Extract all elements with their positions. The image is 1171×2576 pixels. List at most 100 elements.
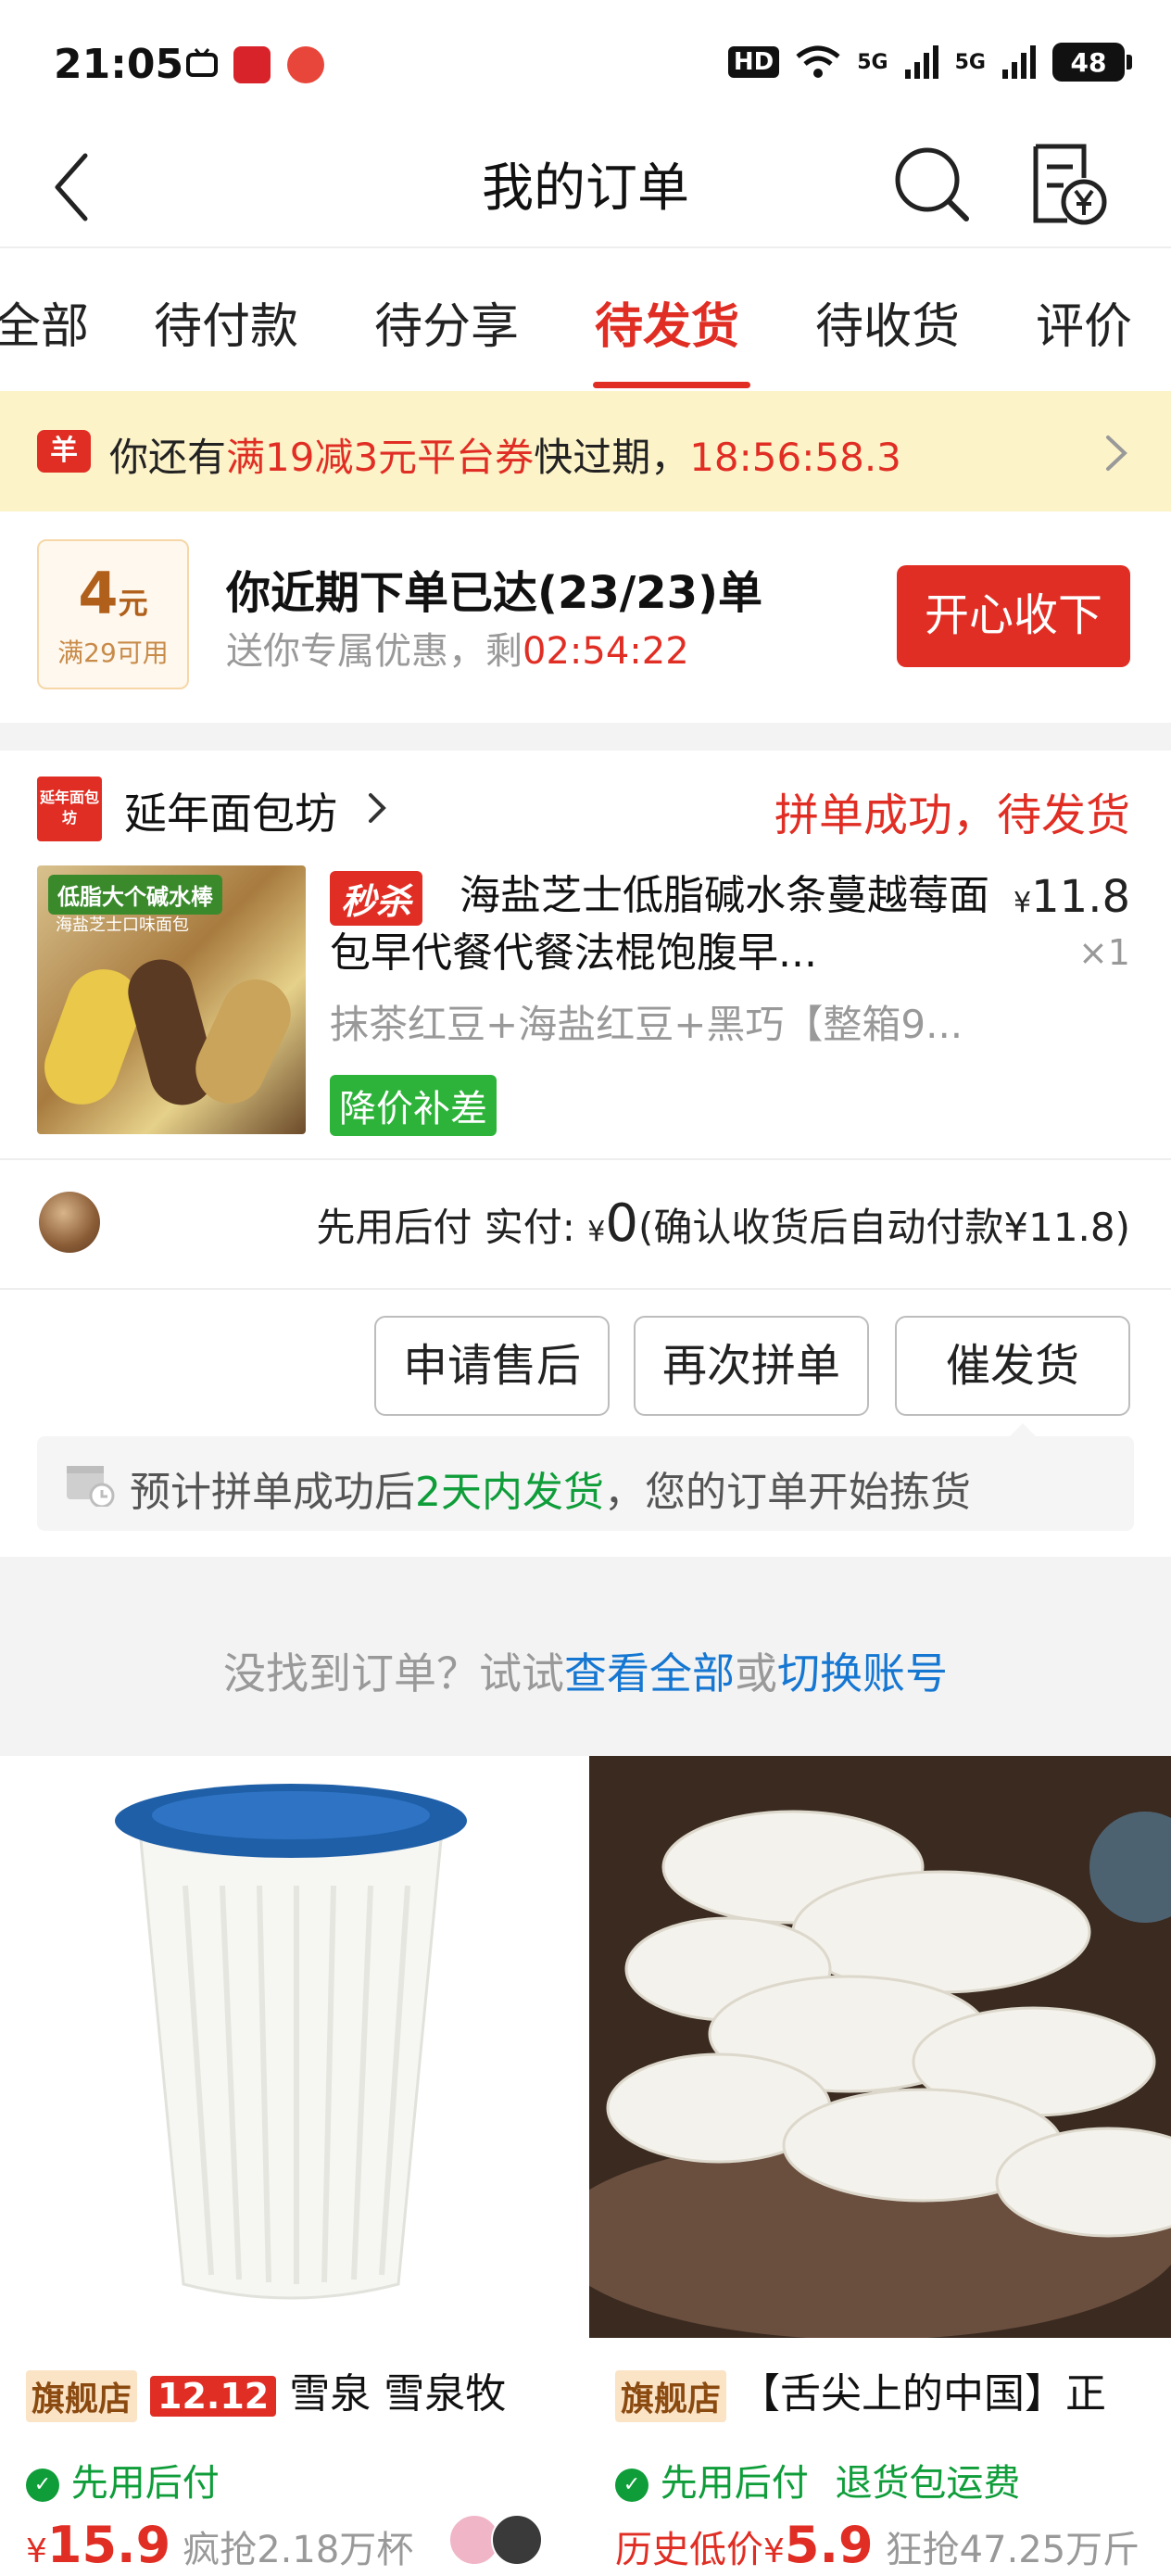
- bnpl-row-1: ✓ 先用后付: [26, 2453, 220, 2507]
- tab-pending-receipt[interactable]: 待收货: [815, 287, 960, 357]
- collect-coupon-button[interactable]: 开心收下: [897, 565, 1130, 667]
- price-yen: ¥: [763, 2532, 785, 2570]
- ticket-condition: 满29可用: [57, 638, 169, 668]
- price-protection-tag[interactable]: 降价补差: [330, 1075, 497, 1136]
- hd-icon: HD: [727, 46, 780, 78]
- recommend-card-1[interactable]: 旗舰店 12.12 雪泉 雪泉牧 ✓ 先用后付 ¥15.9 疯抢2.18万杯: [0, 1756, 582, 2576]
- product-image-label: 低脂大个碱水棒: [48, 875, 222, 915]
- tab-review[interactable]: 评价: [1036, 287, 1132, 357]
- promo-tag: 12.12: [150, 2376, 277, 2417]
- status-time: 21:05: [54, 41, 184, 88]
- page-title: 我的订单: [482, 158, 689, 219]
- yogurt-cup-image: [115, 1784, 467, 2300]
- tv-icon: [186, 48, 218, 77]
- pay-prefix: 先用后付 实付:: [316, 1205, 588, 1250]
- ticket-amount-row: 4元: [39, 560, 187, 627]
- shop-logo[interactable]: 延年面包坊: [37, 777, 102, 841]
- coupon-expiry-banner[interactable]: 羊 你还有满19减3元平台券快过期，18:56:58.3: [0, 391, 1171, 511]
- app-notification-icon: [233, 46, 271, 83]
- coupon-banner-text: 你还有满19减3元平台券快过期，18:56:58.3: [109, 426, 901, 483]
- product-quantity: ×1: [1077, 932, 1130, 973]
- tab-pending-payment[interactable]: 待付款: [154, 287, 298, 357]
- avatar: [39, 1192, 100, 1253]
- buyer-avatar: [491, 2514, 543, 2566]
- pay-yen: ¥: [587, 1216, 606, 1248]
- free-return-label: 退货包运费: [835, 2462, 1021, 2505]
- not-found-or: 或: [735, 1648, 777, 1698]
- shipping-notice: 预计拼单成功后2天内发货，您的订单开始拣货: [37, 1423, 1134, 1531]
- switch-account-link[interactable]: 切换账号: [777, 1648, 948, 1698]
- regroup-button[interactable]: 再次拼单: [634, 1316, 869, 1416]
- reward-countdown: 02:54:22: [523, 630, 689, 673]
- coupon-suffix: 快过期，: [534, 435, 690, 480]
- flagship-tag: 旗舰店: [26, 2370, 138, 2422]
- status-indicators: HD 5G 5G 48: [727, 43, 1132, 82]
- order-status: 拼单成功，待发货: [774, 789, 1130, 841]
- ticket-unit: 元: [118, 586, 148, 621]
- bnpl-icon: ✓: [26, 2469, 59, 2502]
- notice-pointer: [1010, 1423, 1036, 1436]
- order-tabs: 全部 待付款 待分享 待发货 待收货 评价: [0, 250, 1171, 389]
- price-value: 5.9: [784, 2516, 874, 2574]
- bnpl-icon: ✓: [615, 2469, 648, 2502]
- payment-summary: 先用后付 实付: ¥0(确认收货后自动付款¥11.8): [316, 1193, 1130, 1254]
- status-bar: 21:05 HD 5G 5G 48: [0, 0, 1171, 130]
- bnpl-row-2: ✓ 先用后付 退货包运费: [615, 2453, 1020, 2507]
- wifi-icon: [796, 45, 840, 78]
- product-image[interactable]: 低脂大个碱水棒 海盐芝士口味面包: [37, 865, 306, 1134]
- product-image-sublabel: 海盐芝士口味面包: [56, 915, 189, 935]
- reward-title: 你近期下单已达(23/23)单: [226, 567, 763, 619]
- reward-coupon-card: 4元 满29可用 你近期下单已达(23/23)单 送你专属优惠，剩02:54:2…: [0, 511, 1171, 723]
- price-symbol: ¥: [1014, 887, 1032, 919]
- signal-icon-2: [1002, 45, 1036, 79]
- price-row-2: 历史低价¥5.9 狂抢47.25万斤: [615, 2516, 1140, 2574]
- app-header: 我的订单: [0, 130, 1171, 248]
- pay-amount: 0: [605, 1193, 638, 1254]
- tab-pending-shipment[interactable]: 待发货: [595, 287, 739, 357]
- tab-pending-share[interactable]: 待分享: [374, 287, 519, 357]
- recommend-image-1[interactable]: [0, 1756, 582, 2338]
- active-tab-indicator: [593, 382, 750, 388]
- steamed-bun-image: [589, 1756, 1171, 2340]
- notice-suffix: ，您的订单开始拣货: [604, 1469, 971, 1516]
- order-card: 延年面包坊 延年面包坊 拼单成功，待发货 低脂大个碱水棒 海盐芝士口味面包 海盐…: [0, 751, 1171, 1557]
- not-found-section: 没找到订单？试试查看全部或切换账号: [0, 1557, 1171, 1756]
- not-found-prefix: 没找到订单？试试: [223, 1648, 564, 1698]
- network-label-2: 5G: [954, 50, 986, 74]
- sales-count: 狂抢47.25万斤: [885, 2529, 1140, 2571]
- section-gap: [0, 723, 1171, 751]
- product-title[interactable]: 海盐芝士低脂碱水条蔓越莓面包早代餐代餐法棍饱腹早...: [330, 867, 997, 982]
- recommend-image-2[interactable]: [589, 1756, 1171, 2340]
- chevron-right-icon: [1106, 436, 1127, 471]
- sales-count: 疯抢2.18万杯: [183, 2529, 414, 2571]
- bnpl-label: 先用后付: [70, 2462, 220, 2505]
- price-yen: ¥: [26, 2532, 47, 2570]
- flagship-tag: 旗舰店: [615, 2370, 727, 2422]
- recommend-title-2: 旗舰店 【舌尖上的中国】正: [615, 2360, 1106, 2422]
- coupon-ticket: 4元 满29可用: [37, 539, 189, 689]
- divider: [0, 1158, 1171, 1160]
- coupon-prefix: 你还有: [109, 435, 227, 480]
- urge-shipment-button[interactable]: 催发货: [895, 1316, 1130, 1416]
- shop-name[interactable]: 延年面包坊: [124, 780, 337, 841]
- recommend-card-2[interactable]: 旗舰店 【舌尖上的中国】正 ✓ 先用后付 退货包运费 历史低价¥5.9 狂抢47…: [589, 1756, 1171, 2576]
- shop-chevron-icon[interactable]: [363, 788, 391, 828]
- flash-sale-tag: 秒杀: [330, 871, 423, 926]
- battery-icon: 48: [1052, 43, 1132, 82]
- signal-icon-1: [904, 45, 938, 79]
- search-icon[interactable]: [885, 137, 977, 230]
- recommend-title-text: 【舌尖上的中国】正: [739, 2370, 1107, 2418]
- ticket-amount: 4: [78, 560, 119, 627]
- price-value: 11.8: [1031, 871, 1130, 923]
- product-price: ¥11.8: [1014, 871, 1130, 923]
- history-low-label: 历史低价: [615, 2529, 763, 2571]
- product-spec: 抹茶红豆+海盐红豆+黑巧【整箱9...: [330, 1002, 963, 1047]
- after-sale-button[interactable]: 申请售后: [374, 1316, 610, 1416]
- recommend-title-text: 雪泉 雪泉牧: [289, 2370, 507, 2418]
- bill-icon[interactable]: [1019, 137, 1112, 230]
- view-all-link[interactable]: 查看全部: [564, 1648, 735, 1698]
- coupon-highlight: 满19减3元平台券: [226, 435, 535, 480]
- tab-all[interactable]: 全部: [0, 287, 89, 357]
- price-value: 15.9: [46, 2516, 171, 2574]
- pay-suffix: (确认收货后自动付款¥11.8): [637, 1205, 1130, 1250]
